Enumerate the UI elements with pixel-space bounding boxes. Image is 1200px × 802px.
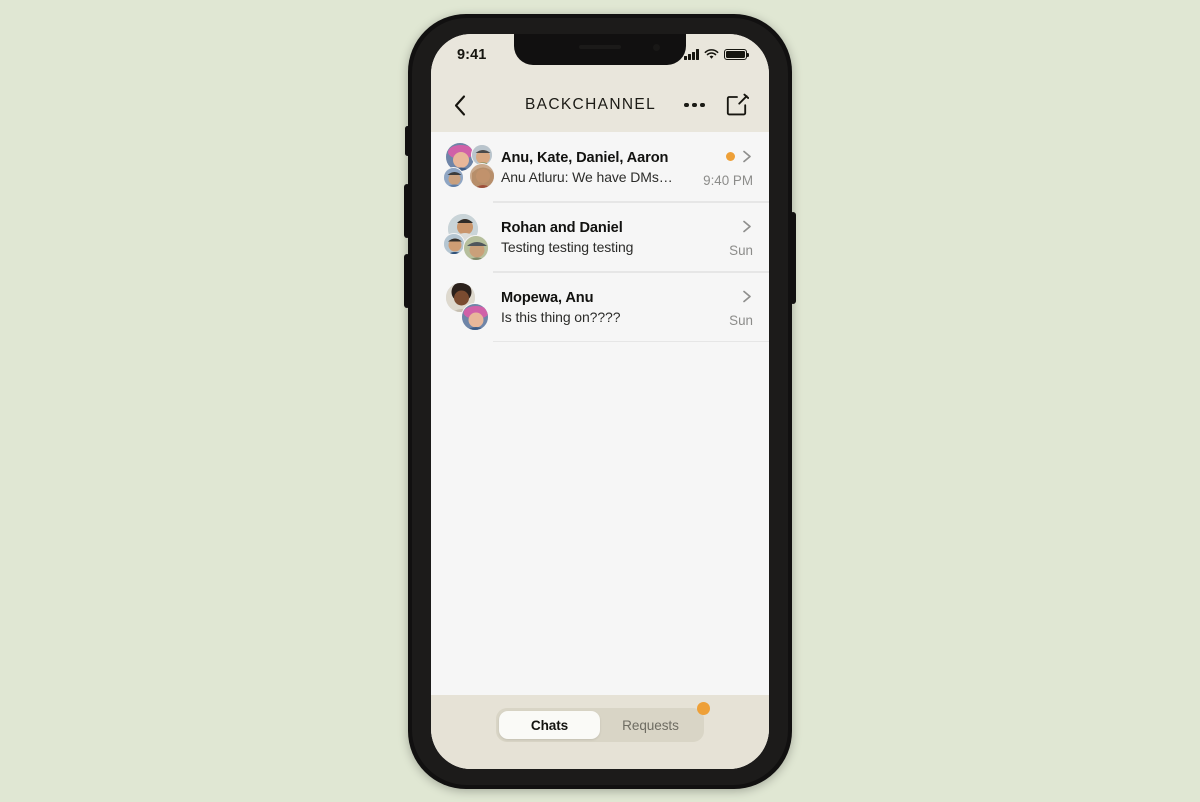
compose-button[interactable] bbox=[725, 93, 750, 117]
front-camera-icon bbox=[653, 44, 660, 51]
cellular-signal-icon bbox=[684, 49, 699, 60]
status-icons bbox=[684, 48, 750, 61]
avatar bbox=[469, 163, 495, 189]
volume-down-button[interactable] bbox=[404, 254, 410, 308]
chat-timestamp: 9:40 PM bbox=[703, 172, 753, 188]
chat-list-item[interactable]: Mopewa, Anu Is this thing on???? Sun bbox=[431, 272, 769, 342]
avatar-cluster bbox=[443, 211, 493, 263]
page-title: BACKCHANNEL bbox=[524, 96, 657, 113]
tab-requests[interactable]: Requests bbox=[600, 711, 701, 739]
chat-meta: 9:40 PM bbox=[703, 144, 753, 190]
chat-title: Anu, Kate, Daniel, Aaron bbox=[501, 149, 669, 166]
chevron-right-icon[interactable] bbox=[742, 150, 753, 163]
bottom-tab-bar: Chats Requests bbox=[431, 695, 769, 769]
back-button[interactable] bbox=[447, 90, 473, 120]
tab-chats[interactable]: Chats bbox=[499, 711, 600, 739]
ellipsis-icon bbox=[700, 102, 705, 108]
chat-preview: Is this thing on???? bbox=[501, 308, 621, 325]
phone-screen: 9:41 BACKCHANNEL Anu, Kate, Daniel, Aaro… bbox=[431, 34, 769, 769]
segmented-control: Chats Requests bbox=[496, 702, 710, 742]
chat-list[interactable]: Anu, Kate, Daniel, Aaron Anu Atluru: We … bbox=[431, 132, 769, 695]
chat-meta-top bbox=[742, 287, 753, 307]
battery-icon bbox=[724, 48, 750, 61]
requests-badge-dot bbox=[697, 702, 710, 715]
chat-list-item[interactable]: Rohan and Daniel Testing testing testing… bbox=[431, 202, 769, 272]
chat-text: Anu, Kate, Daniel, Aaron Anu Atluru: We … bbox=[501, 150, 703, 185]
wifi-icon bbox=[704, 49, 719, 59]
chat-meta-top bbox=[725, 147, 754, 167]
nav-actions bbox=[682, 93, 750, 117]
earpiece-speaker bbox=[579, 45, 621, 49]
chat-list-item[interactable]: Anu, Kate, Daniel, Aaron Anu Atluru: We … bbox=[431, 132, 769, 202]
avatar bbox=[443, 167, 464, 188]
avatar bbox=[463, 235, 489, 261]
chat-preview: Testing testing testing bbox=[501, 238, 634, 255]
more-options-button[interactable] bbox=[682, 95, 707, 116]
ellipsis-icon bbox=[684, 102, 689, 108]
chevron-left-icon bbox=[454, 94, 466, 116]
screenshot-canvas: 9:41 BACKCHANNEL Anu, Kate, Daniel, Aaro… bbox=[0, 0, 1200, 802]
chat-meta: Sun bbox=[729, 284, 753, 330]
volume-up-button[interactable] bbox=[404, 184, 410, 238]
power-button[interactable] bbox=[790, 212, 796, 304]
unread-dot-badge bbox=[725, 151, 735, 162]
chat-text: Rohan and Daniel Testing testing testing bbox=[501, 220, 729, 255]
avatar bbox=[461, 303, 489, 331]
chat-meta-top bbox=[742, 217, 753, 237]
mute-switch-button[interactable] bbox=[405, 126, 410, 156]
chevron-right-icon[interactable] bbox=[742, 290, 753, 303]
phone-device-frame: 9:41 BACKCHANNEL Anu, Kate, Daniel, Aaro… bbox=[404, 14, 796, 789]
status-time: 9:41 bbox=[457, 46, 487, 63]
chat-text: Mopewa, Anu Is this thing on???? bbox=[501, 290, 729, 325]
chat-preview: Anu Atluru: We have DMs… bbox=[501, 168, 673, 185]
compose-pencil-square-icon bbox=[726, 93, 750, 116]
display-notch bbox=[514, 34, 686, 65]
chat-timestamp: Sun bbox=[729, 242, 753, 258]
chat-timestamp: Sun bbox=[729, 312, 753, 328]
avatar-cluster bbox=[443, 281, 493, 333]
nav-bar: BACKCHANNEL bbox=[431, 78, 769, 132]
chat-title: Mopewa, Anu bbox=[501, 289, 594, 306]
avatar-cluster bbox=[443, 141, 495, 193]
chevron-right-icon[interactable] bbox=[742, 220, 753, 233]
ellipsis-icon bbox=[692, 102, 697, 108]
avatar bbox=[443, 233, 465, 255]
chat-title: Rohan and Daniel bbox=[501, 219, 623, 236]
chat-meta: Sun bbox=[729, 214, 753, 260]
